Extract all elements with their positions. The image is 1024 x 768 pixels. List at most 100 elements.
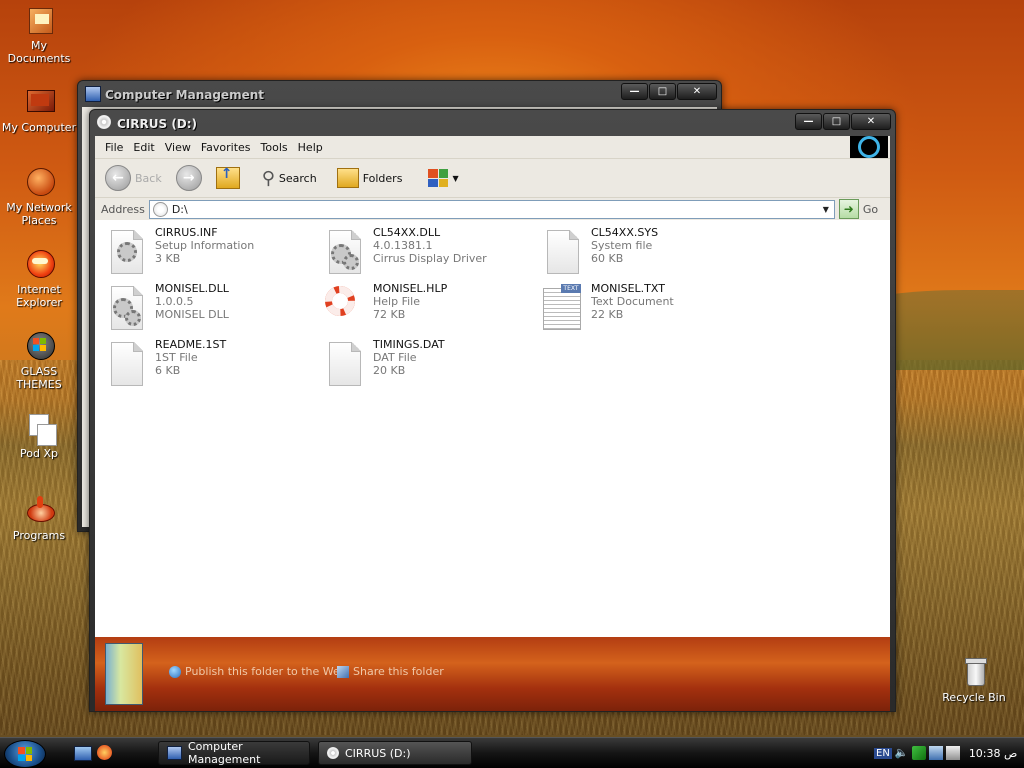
explorer-titlebar[interactable]: CIRRUS (D:) — □ ✕ — [90, 110, 895, 136]
file-name: CIRRUS.INF — [155, 226, 218, 239]
quicklaunch-browser-icon[interactable] — [97, 745, 112, 760]
file-size: 22 KB — [591, 308, 624, 321]
start-button[interactable] — [4, 740, 46, 768]
forward-button[interactable]: → — [172, 163, 206, 193]
share-folder-link[interactable]: Share this folder — [337, 665, 444, 678]
pod-xp-icon — [23, 412, 57, 446]
file-type: Help File — [373, 295, 420, 308]
taskbar-button-label: Computer Management — [187, 740, 261, 766]
tray-app-icon[interactable] — [945, 746, 960, 760]
file-name: MONISEL.TXT — [591, 282, 665, 295]
search-button[interactable]: ⚲ Search — [258, 166, 321, 191]
share-label: Share this folder — [353, 665, 444, 678]
programs-icon — [23, 494, 55, 526]
file-item[interactable]: MONISEL.HLP Help File 72 KB — [323, 282, 533, 334]
views-button[interactable]: ▼ — [424, 167, 462, 189]
desktop-icon-recycle-bin[interactable]: Recycle Bin — [935, 656, 1013, 704]
desktop-icon-internet-explorer[interactable]: Internet Explorer — [0, 248, 78, 309]
go-button[interactable]: ➜ — [838, 199, 859, 219]
taskbar-button-computer-management[interactable]: Computer Management — [158, 740, 310, 766]
forward-arrow-icon: → — [175, 165, 202, 191]
gear-doc-icon — [105, 284, 147, 330]
address-dropdown-button[interactable]: ▼ — [818, 201, 834, 218]
file-list-pane: CIRRUS.INF Setup Information 3 KB CL54XX… — [95, 220, 890, 711]
window-title: CIRRUS (D:) — [117, 117, 198, 131]
desktop-icon-my-documents[interactable]: My Documents — [0, 4, 78, 65]
blank-doc-icon — [105, 340, 147, 386]
desktop-icon-label: My Computer — [1, 121, 77, 134]
address-input[interactable]: D:\ ▼ — [148, 199, 835, 219]
desktop-icon-programs[interactable]: Programs — [0, 494, 78, 542]
recycle-bin-icon — [958, 656, 990, 688]
up-folder-button[interactable]: ↑ — [212, 165, 244, 191]
desktop-icon-label: Pod Xp — [20, 447, 58, 460]
lifebuoy-icon — [323, 284, 365, 330]
network-globe-icon — [23, 166, 55, 198]
language-indicator[interactable]: EN — [874, 747, 892, 759]
menu-view[interactable]: View — [163, 141, 199, 154]
file-item[interactable]: CL54XX.SYS System file 60 KB — [541, 226, 751, 278]
file-size: 6 KB — [155, 364, 181, 377]
menu-bar: File Edit View Favorites Tools Help — [95, 136, 890, 159]
globe-icon — [169, 665, 181, 678]
menu-file[interactable]: File — [103, 141, 131, 154]
publish-folder-link[interactable]: Publish this folder to the Web — [169, 665, 347, 678]
menu-help[interactable]: Help — [296, 141, 331, 154]
close-button[interactable]: ✕ — [677, 83, 717, 100]
blank-doc-icon — [323, 340, 365, 386]
windows-flag-icon — [23, 330, 55, 362]
file-name: TIMINGS.DAT — [373, 338, 445, 351]
maximize-button[interactable]: □ — [649, 83, 676, 100]
file-item[interactable]: CL54XX.DLL 4.0.1381.1 Cirrus Display Dri… — [323, 226, 533, 278]
back-arrow-icon: ← — [105, 165, 131, 191]
minimize-button[interactable]: — — [621, 83, 648, 100]
file-size: 60 KB — [591, 252, 624, 265]
file-item[interactable]: README.1ST 1ST File 6 KB — [105, 338, 315, 390]
folders-button[interactable]: Folders — [333, 166, 407, 190]
file-item[interactable]: TIMINGS.DAT DAT File 20 KB — [323, 338, 533, 390]
internet-explorer-icon — [23, 248, 55, 280]
computer-management-titlebar[interactable]: Computer Management — □ ✕ — [78, 81, 721, 107]
minimize-button[interactable]: — — [795, 113, 822, 130]
share-icon — [337, 665, 349, 678]
file-type: System file — [591, 239, 653, 252]
clock[interactable]: 10:38 ص — [969, 747, 1018, 760]
back-button[interactable]: ← Back — [101, 163, 166, 193]
window-title: Computer Management — [105, 88, 264, 102]
file-item[interactable]: MONISEL.DLL 1.0.0.5 MONISEL DLL — [105, 282, 315, 334]
file-type: DAT File — [373, 351, 417, 364]
desktop-icon-my-computer[interactable]: My Computer — [0, 86, 78, 134]
network-icon[interactable] — [928, 746, 943, 760]
go-label[interactable]: Go — [863, 203, 878, 216]
close-button[interactable]: ✕ — [851, 113, 891, 130]
desktop-icon-my-network-places[interactable]: My Network Places — [0, 166, 78, 227]
taskbar-button-label: CIRRUS (D:) — [345, 746, 411, 760]
file-type: 1ST File — [155, 351, 198, 364]
folder-graphic-icon — [105, 643, 143, 705]
desktop-icon-glass-themes[interactable]: GLASS THEMES — [0, 330, 78, 391]
volume-icon[interactable]: 🔈 — [895, 746, 909, 760]
menu-tools[interactable]: Tools — [259, 141, 296, 154]
security-shield-icon[interactable] — [911, 746, 926, 760]
folders-icon — [336, 168, 359, 188]
explorer-window[interactable]: CIRRUS (D:) — □ ✕ File Edit View Favorit… — [89, 109, 896, 712]
file-name: MONISEL.HLP — [373, 282, 448, 295]
desktop-icon-pod-xp[interactable]: Pod Xp — [0, 412, 78, 460]
search-icon: ⚲ — [261, 167, 275, 189]
menu-favorites[interactable]: Favorites — [199, 141, 259, 154]
maximize-button[interactable]: □ — [823, 113, 850, 130]
gear-doc-icon — [323, 228, 365, 274]
file-name: CL54XX.SYS — [591, 226, 659, 239]
taskbar-button-cirrus[interactable]: CIRRUS (D:) — [318, 741, 472, 765]
file-name: README.1ST — [155, 338, 227, 351]
menu-edit[interactable]: Edit — [131, 141, 162, 154]
throbber-ring-icon — [858, 136, 880, 158]
quicklaunch-desktop-icon[interactable] — [74, 746, 92, 761]
my-computer-icon — [23, 86, 55, 118]
file-item[interactable]: CIRRUS.INF Setup Information 3 KB — [105, 226, 315, 278]
file-item[interactable]: TEXT MONISEL.TXT Text Document 22 KB — [541, 282, 751, 334]
file-size: 3 KB — [155, 252, 181, 265]
file-size: 72 KB — [373, 308, 406, 321]
drive-icon — [152, 201, 168, 217]
file-description: Cirrus Display Driver — [373, 252, 487, 265]
